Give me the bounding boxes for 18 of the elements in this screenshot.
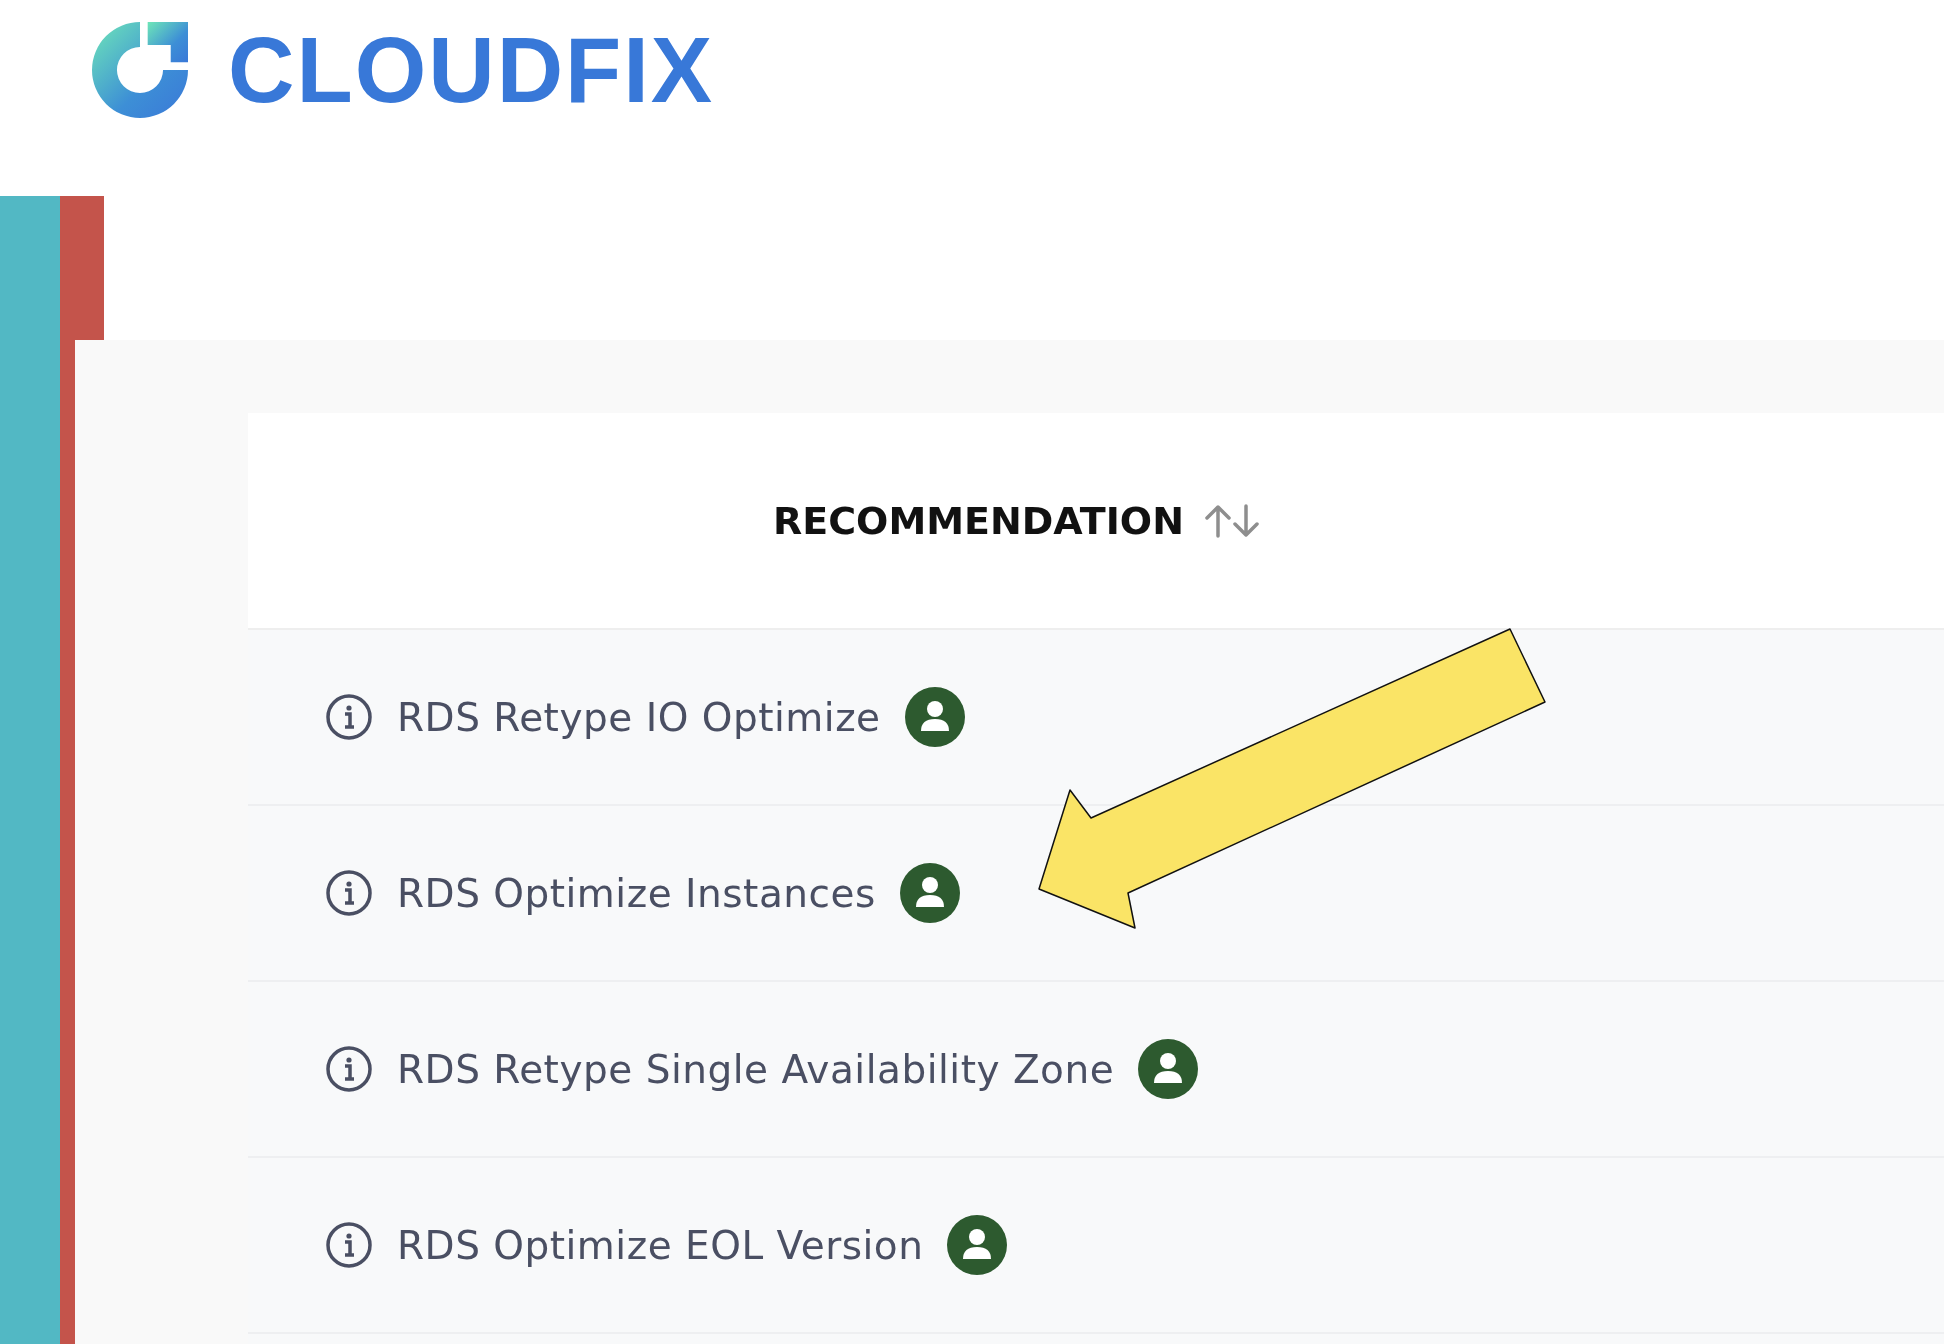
user-icon <box>1138 1039 1199 1099</box>
info-icon[interactable] <box>325 693 373 741</box>
table-row[interactable]: RDS Retype Single Availability Zone <box>248 982 1944 1158</box>
recommendation-name: RDS Optimize Instances <box>397 870 876 916</box>
recommendation-name: RDS Optimize EOL Version <box>397 1222 924 1268</box>
recommendation-name: RDS Retype Single Availability Zone <box>397 1046 1115 1092</box>
info-icon[interactable] <box>325 869 373 917</box>
table-row[interactable]: RDS Optimize EOL Version <box>248 1158 1944 1334</box>
logo-icon <box>92 22 188 118</box>
user-icon <box>904 687 965 747</box>
recommendation-name: RDS Retype IO Optimize <box>397 694 881 740</box>
sort-icon[interactable] <box>1203 503 1260 538</box>
info-icon[interactable] <box>325 1045 373 1093</box>
user-icon <box>899 863 960 923</box>
logo-text: CLOUDFIX <box>228 24 715 116</box>
info-icon[interactable] <box>325 1221 373 1269</box>
column-header[interactable]: RECOMMENDATION <box>773 498 1184 543</box>
user-icon <box>947 1215 1008 1275</box>
